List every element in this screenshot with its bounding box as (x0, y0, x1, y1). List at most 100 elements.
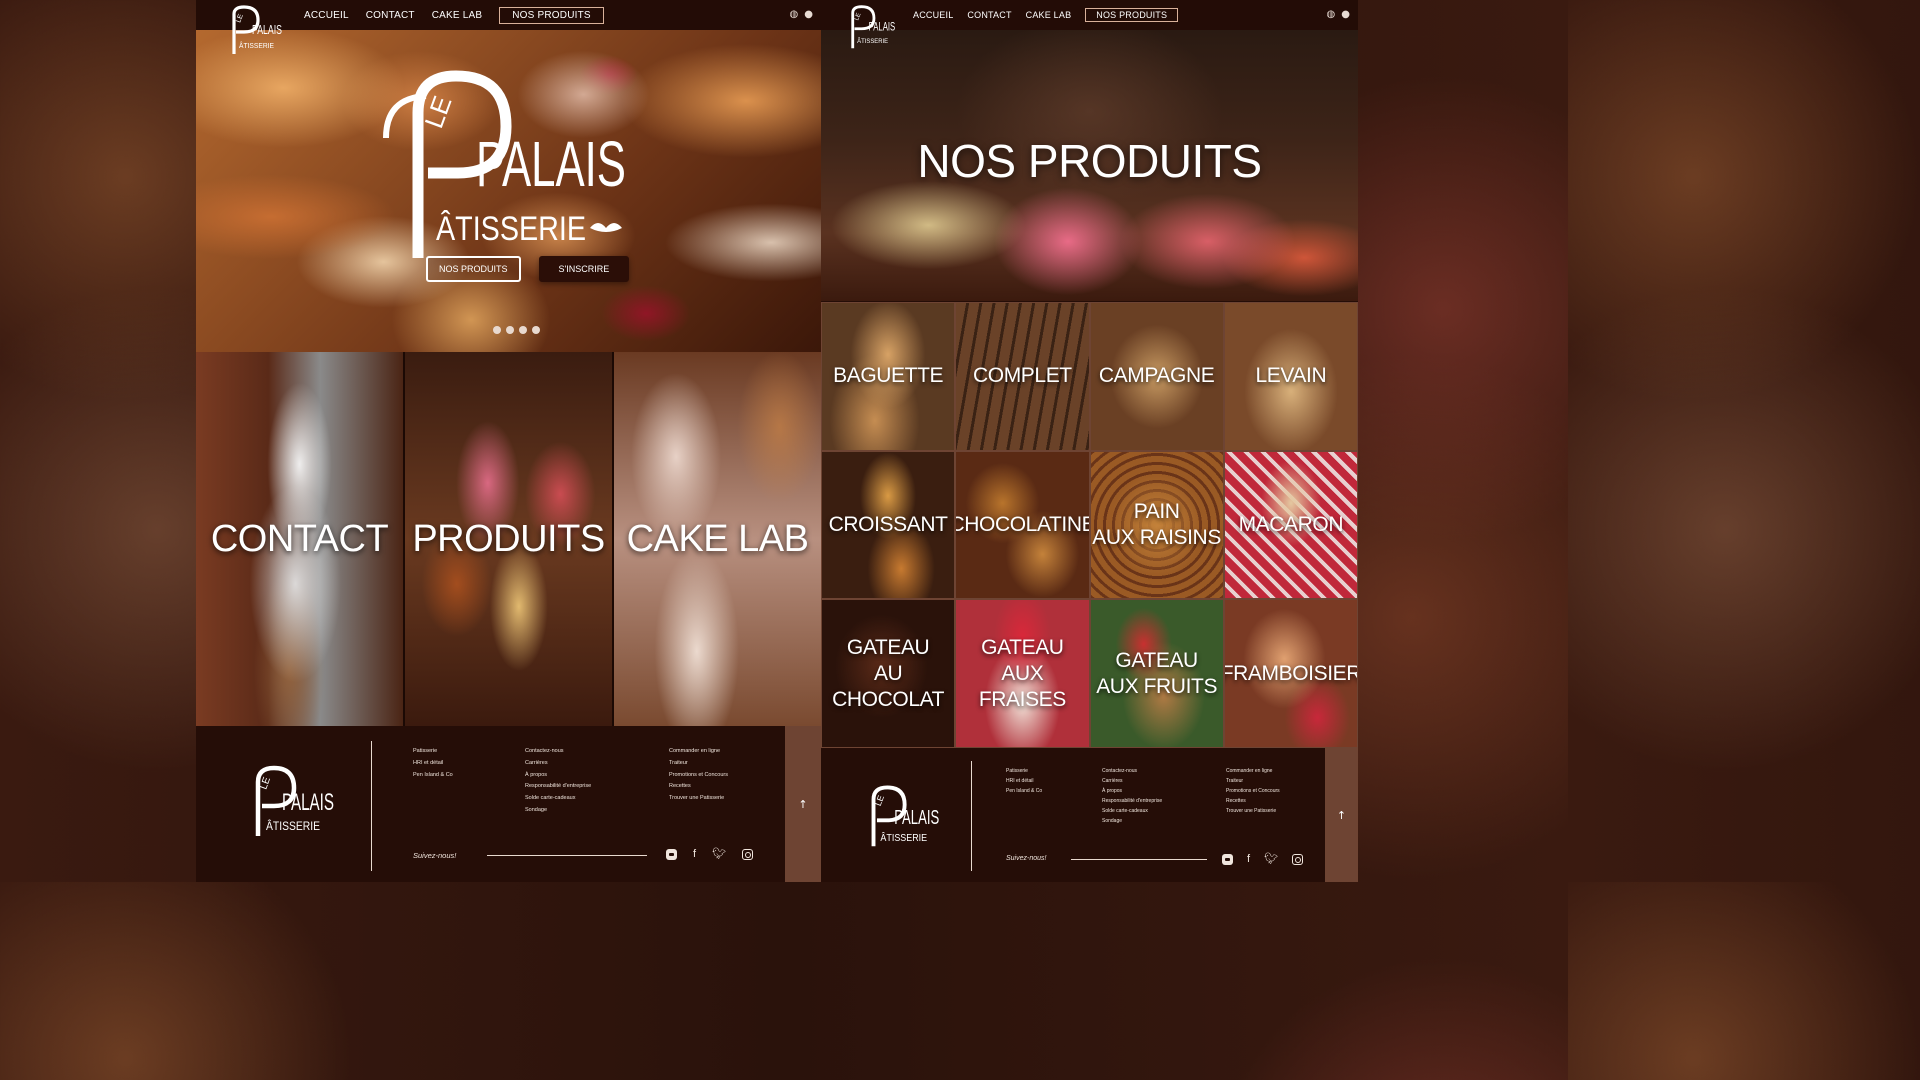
product-card-levain[interactable]: LEVAIN (1224, 303, 1357, 450)
product-card-pain-aux-raisins[interactable]: PAIN AUX RAISINS (1090, 451, 1223, 599)
twitter-icon[interactable]: 🐦︎ (712, 848, 726, 860)
footer-link[interactable]: HRI et détail (1006, 776, 1042, 786)
globe-icon[interactable]: ◍ (790, 9, 799, 21)
footer-link[interactable]: Solde carte-cadeaux (525, 793, 591, 805)
footer-link[interactable]: Pen Island & Co (1006, 786, 1042, 796)
footer-column-3: Commander en ligne Traiteur Promotions e… (669, 746, 728, 805)
hero-logo: LE PALAIS ÂTISSERIE (383, 70, 626, 258)
social-links: f 🐦︎ (666, 848, 754, 860)
carousel-dot[interactable] (519, 326, 527, 334)
footer-link[interactable]: Pen Island & Co (413, 770, 453, 782)
product-card-baguette[interactable]: BAGUETTE (822, 303, 955, 450)
tile-cake-lab[interactable]: CAKE LAB (614, 352, 821, 726)
footer-link[interactable]: Responsabilité d'entreprise (1102, 796, 1162, 806)
footer-link[interactable]: Sondage (1102, 816, 1162, 826)
blogger-icon[interactable] (1222, 853, 1233, 865)
footer-link[interactable]: Promotions et Concours (1226, 786, 1280, 796)
footer-link[interactable]: Commander en ligne (669, 746, 728, 758)
nav-link-accueil[interactable]: ACCUEIL (304, 10, 349, 21)
footer-link[interactable]: HRI et détail (413, 758, 453, 770)
footer-link[interactable]: Recettes (669, 781, 728, 793)
site-logo[interactable]: LE PALAIS ÂTISSERIE (214, 4, 284, 56)
footer-link[interactable]: Sondage (525, 805, 591, 817)
back-to-top-button[interactable]: ↑ (1325, 748, 1358, 882)
homepage-mockup: LE PALAIS ÂTISSERIE ACCUEIL CONTACT CAKE… (196, 0, 821, 882)
product-card-gateau-au-chocolat[interactable]: GATEAU AU CHOCOLAT (822, 600, 955, 747)
footer-link[interactable]: Promotions et Concours (669, 770, 728, 782)
user-icon[interactable]: ● (804, 9, 813, 21)
blogger-icon[interactable] (666, 848, 677, 860)
footer-link[interactable]: Traiteur (1226, 776, 1280, 786)
back-to-top-button[interactable]: ↑ (785, 726, 821, 882)
footer-link[interactable]: Carrières (1102, 776, 1162, 786)
tile-produits[interactable]: PRODUITS (405, 352, 612, 726)
instagram-icon[interactable] (1292, 853, 1304, 865)
footer-link[interactable]: Responsabilité d'entreprise (525, 781, 591, 793)
products-grid: BAGUETTE COMPLET CAMPAGNE LEVAIN CROISSA… (821, 302, 1358, 748)
product-label: CROISSANT (828, 512, 948, 536)
arrow-up-icon: ↑ (1336, 808, 1347, 822)
footer-link[interactable]: Carrières (525, 758, 591, 770)
hero-signup-button[interactable]: S'INSCRIRE (538, 256, 630, 282)
footer-link[interactable]: Contactez-nous (525, 746, 591, 758)
carousel-dot[interactable] (532, 326, 540, 334)
footer-rule (487, 855, 647, 856)
follow-us-label: Suivez-nous! (1006, 855, 1047, 862)
product-card-macaron[interactable]: MACARON (1224, 451, 1357, 599)
globe-icon[interactable]: ◍ (1327, 9, 1336, 21)
product-card-gateau-aux-fruits[interactable]: GATEAU AUX FRUITS (1090, 600, 1223, 747)
nav-link-nos-produits[interactable]: NOS PRODUITS (1085, 8, 1179, 22)
nav-link-contact[interactable]: CONTACT (967, 10, 1011, 20)
footer-link[interactable]: À propos (1102, 786, 1162, 796)
facebook-icon[interactable]: f (693, 848, 696, 860)
footer-link[interactable]: Traiteur (669, 758, 728, 770)
footer-link[interactable]: Recettes (1226, 796, 1280, 806)
site-logo[interactable]: LE PALAIS ÂTISSERIE (835, 4, 897, 50)
footer-link[interactable]: Trouver une Patisserie (669, 793, 728, 805)
nav-link-contact[interactable]: CONTACT (366, 10, 415, 21)
twitter-icon[interactable]: 🐦︎ (1264, 853, 1278, 865)
footer-link[interactable]: Trouver une Patisserie (1226, 806, 1280, 816)
facebook-icon[interactable]: f (1247, 853, 1250, 865)
nav-link-accueil[interactable]: ACCUEIL (913, 10, 953, 20)
footer-link[interactable]: Patisserie (1006, 766, 1042, 776)
tile-contact[interactable]: CONTACT (196, 352, 403, 726)
product-card-campagne[interactable]: CAMPAGNE (1090, 303, 1223, 450)
product-label: LEVAIN (1255, 364, 1327, 388)
footer-divider (371, 741, 372, 871)
footer-link[interactable]: Contactez-nous (1102, 766, 1162, 776)
svg-text:ÂTISSERIE: ÂTISSERIE (239, 41, 274, 50)
nav-link-cake-lab[interactable]: CAKE LAB (1026, 10, 1072, 20)
user-icon[interactable]: ● (1341, 9, 1350, 21)
product-card-chocolatine[interactable]: CHOCOLATINE (956, 451, 1089, 599)
nav-link-nos-produits[interactable]: NOS PRODUITS (499, 6, 604, 24)
footer-link[interactable]: Solde carte-cadeaux (1102, 806, 1162, 816)
footer-column-2: Contactez-nous Carrières À propos Respon… (525, 746, 591, 817)
carousel-dot[interactable] (506, 326, 514, 334)
footer-column-1: Patisserie HRI et détail Pen Island & Co (1006, 766, 1042, 796)
instagram-icon[interactable] (742, 848, 754, 860)
svg-text:PALAIS: PALAIS (894, 806, 939, 829)
product-card-complet[interactable]: COMPLET (956, 303, 1089, 450)
footer-logo[interactable]: LE PALAIS ÂTISSERIE (232, 764, 336, 838)
product-card-framboisier[interactable]: FRAMBOISIER (1224, 600, 1357, 747)
tile-label: CONTACT (210, 517, 389, 560)
product-card-gateau-aux-fraises[interactable]: GATEAU AUX FRAISES (956, 600, 1089, 747)
footer-logo[interactable]: LE PALAIS ÂTISSERIE (851, 784, 941, 848)
product-card-croissant[interactable]: CROISSANT (822, 451, 955, 599)
page-title: NOS PRODUITS (917, 135, 1262, 187)
svg-text:ÂTISSERIE: ÂTISSERIE (436, 210, 586, 248)
follow-us-label: Suivez-nous! (413, 851, 457, 860)
svg-text:PALAIS: PALAIS (252, 22, 282, 37)
footer: LE PALAIS ÂTISSERIE Patisserie HRI et dé… (821, 748, 1358, 882)
footer-link[interactable]: À propos (525, 770, 591, 782)
carousel-dot[interactable] (493, 326, 501, 334)
svg-text:PALAIS: PALAIS (282, 789, 334, 816)
nav-link-cake-lab[interactable]: CAKE LAB (432, 10, 483, 21)
hero-products-button[interactable]: NOS PRODUITS (426, 256, 521, 282)
product-label: GATEAU AUX FRAISES (978, 635, 1066, 711)
footer-link[interactable]: Patisserie (413, 746, 453, 758)
footer-link[interactable]: Commander en ligne (1226, 766, 1280, 776)
product-label: GATEAU AUX FRUITS (1096, 648, 1218, 698)
tile-label: PRODUITS (412, 517, 605, 560)
